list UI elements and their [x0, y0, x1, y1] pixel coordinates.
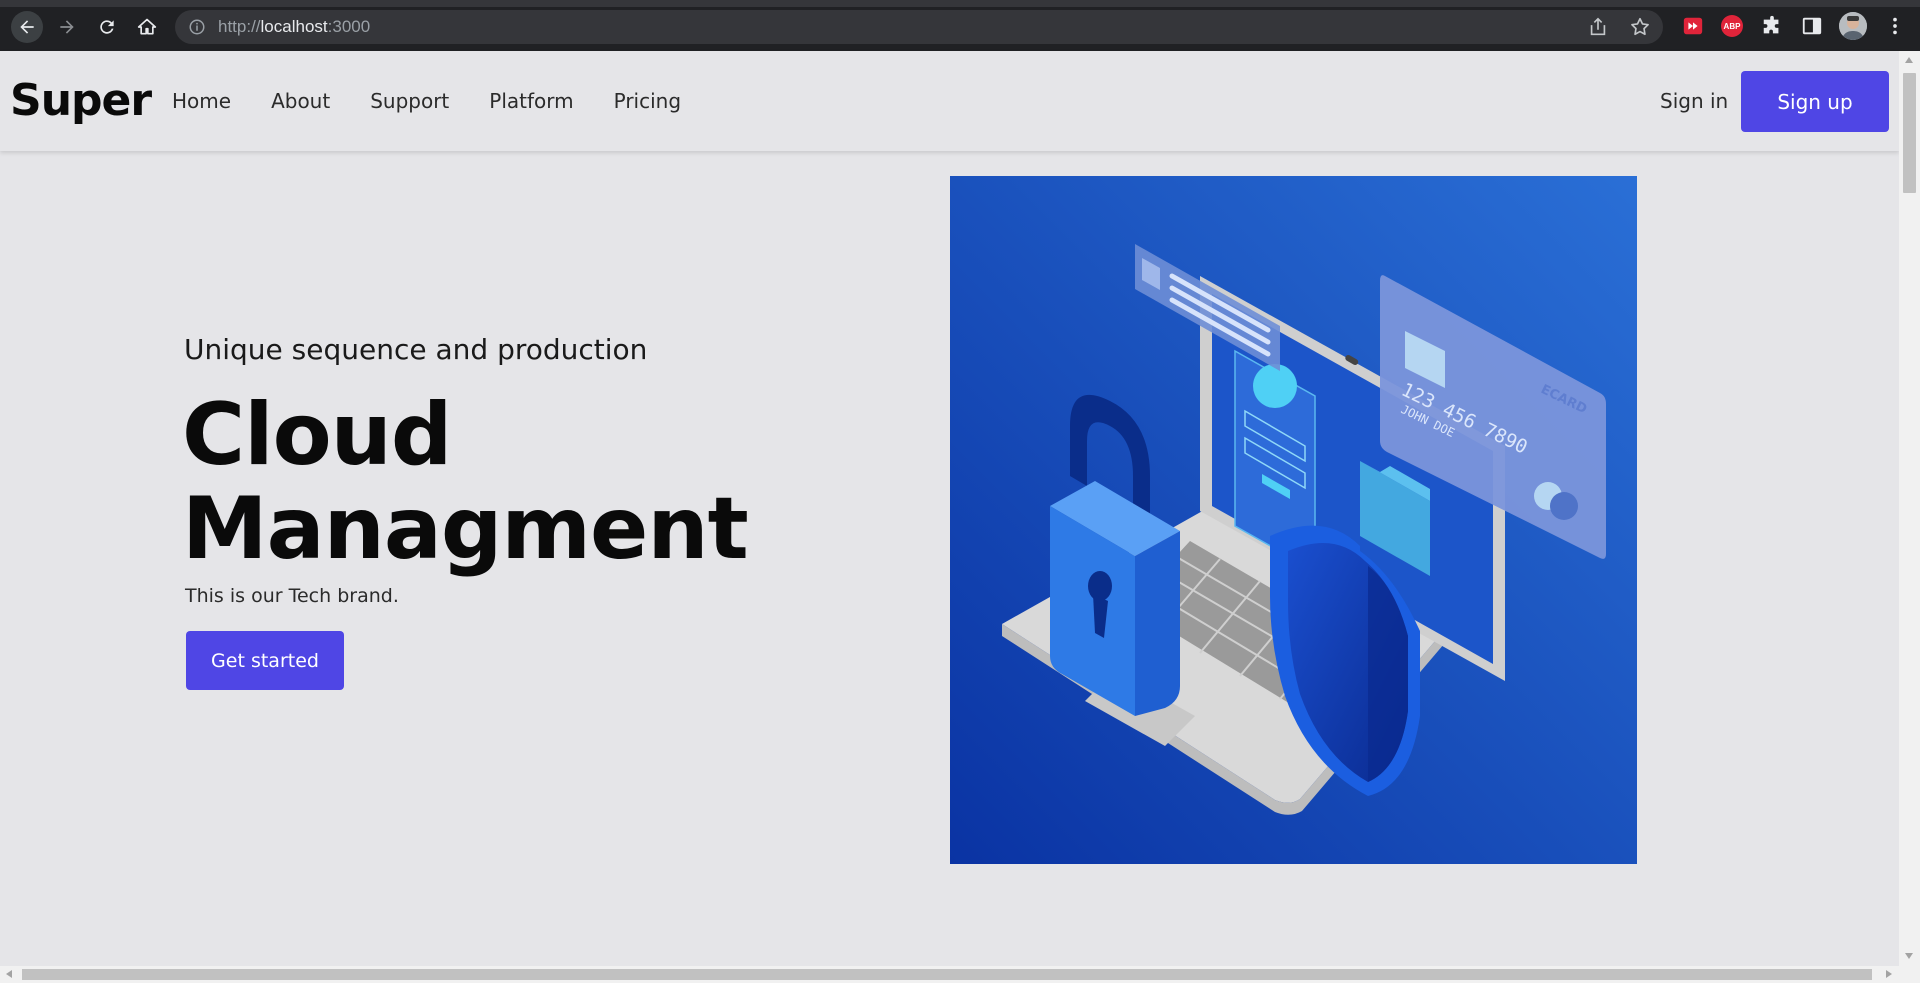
hero-title-line-1: Cloud: [182, 385, 452, 485]
main-nav: Home About Support Platform Pricing: [172, 89, 721, 113]
url-port: :3000: [327, 17, 371, 36]
hero-subtitle: Unique sequence and production: [184, 333, 648, 366]
nav-home[interactable]: Home: [172, 89, 231, 113]
nav-pricing[interactable]: Pricing: [614, 89, 681, 113]
forward-button[interactable]: [51, 11, 83, 43]
url-host: localhost: [260, 17, 328, 36]
reload-button[interactable]: [91, 11, 123, 43]
home-icon: [137, 18, 157, 35]
scroll-down-icon[interactable]: [1905, 953, 1913, 959]
nav-about[interactable]: About: [271, 89, 330, 113]
address-bar-actions: [1587, 16, 1651, 38]
menu-kebab-icon[interactable]: [1883, 14, 1907, 38]
security-illustration: 123 456 7890 JOHN DOE ECARD: [950, 176, 1637, 864]
hero-title-line-2: Managment: [182, 479, 749, 579]
horizontal-scrollbar[interactable]: [0, 966, 1920, 983]
info-icon[interactable]: [188, 18, 206, 36]
avatar: [1839, 12, 1867, 40]
signup-button[interactable]: Sign up: [1741, 71, 1889, 132]
brand-logo[interactable]: Super: [10, 75, 152, 126]
arrow-right-icon: [60, 20, 74, 34]
extension-video-icon[interactable]: [1681, 14, 1705, 38]
profile-avatar[interactable]: [1839, 12, 1867, 40]
url-scheme: http://: [218, 17, 261, 36]
scroll-left-icon[interactable]: [6, 970, 12, 978]
site-header: Super Home About Support Platform Pricin…: [0, 51, 1899, 151]
back-button[interactable]: [11, 11, 43, 43]
vertical-scrollbar[interactable]: [1899, 51, 1920, 966]
scroll-right-icon[interactable]: [1886, 970, 1892, 978]
address-bar[interactable]: http://localhost:3000: [175, 10, 1663, 44]
star-icon[interactable]: [1629, 16, 1651, 38]
arrow-left-icon: [20, 20, 34, 34]
nav-support[interactable]: Support: [370, 89, 449, 113]
hero-title: Cloud Managment: [182, 385, 749, 579]
url-text: http://localhost:3000: [218, 17, 370, 37]
scroll-up-icon[interactable]: [1905, 57, 1913, 63]
reload-icon: [100, 20, 114, 34]
puzzle-icon[interactable]: [1760, 14, 1784, 38]
horizontal-scroll-thumb[interactable]: [22, 969, 1872, 980]
side-panel-icon[interactable]: [1800, 14, 1824, 38]
home-button[interactable]: [131, 11, 163, 43]
tab-strip: [0, 0, 1920, 7]
hero-description: This is our Tech brand.: [185, 585, 399, 607]
browser-toolbar: http://localhost:3000 ABP: [0, 0, 1920, 51]
signin-link[interactable]: Sign in: [1660, 89, 1728, 113]
get-started-button[interactable]: Get started: [186, 631, 344, 690]
share-icon[interactable]: [1587, 16, 1609, 38]
nav-platform[interactable]: Platform: [489, 89, 573, 113]
adblock-icon[interactable]: ABP: [1720, 14, 1744, 38]
vertical-scroll-thumb[interactable]: [1903, 73, 1916, 193]
